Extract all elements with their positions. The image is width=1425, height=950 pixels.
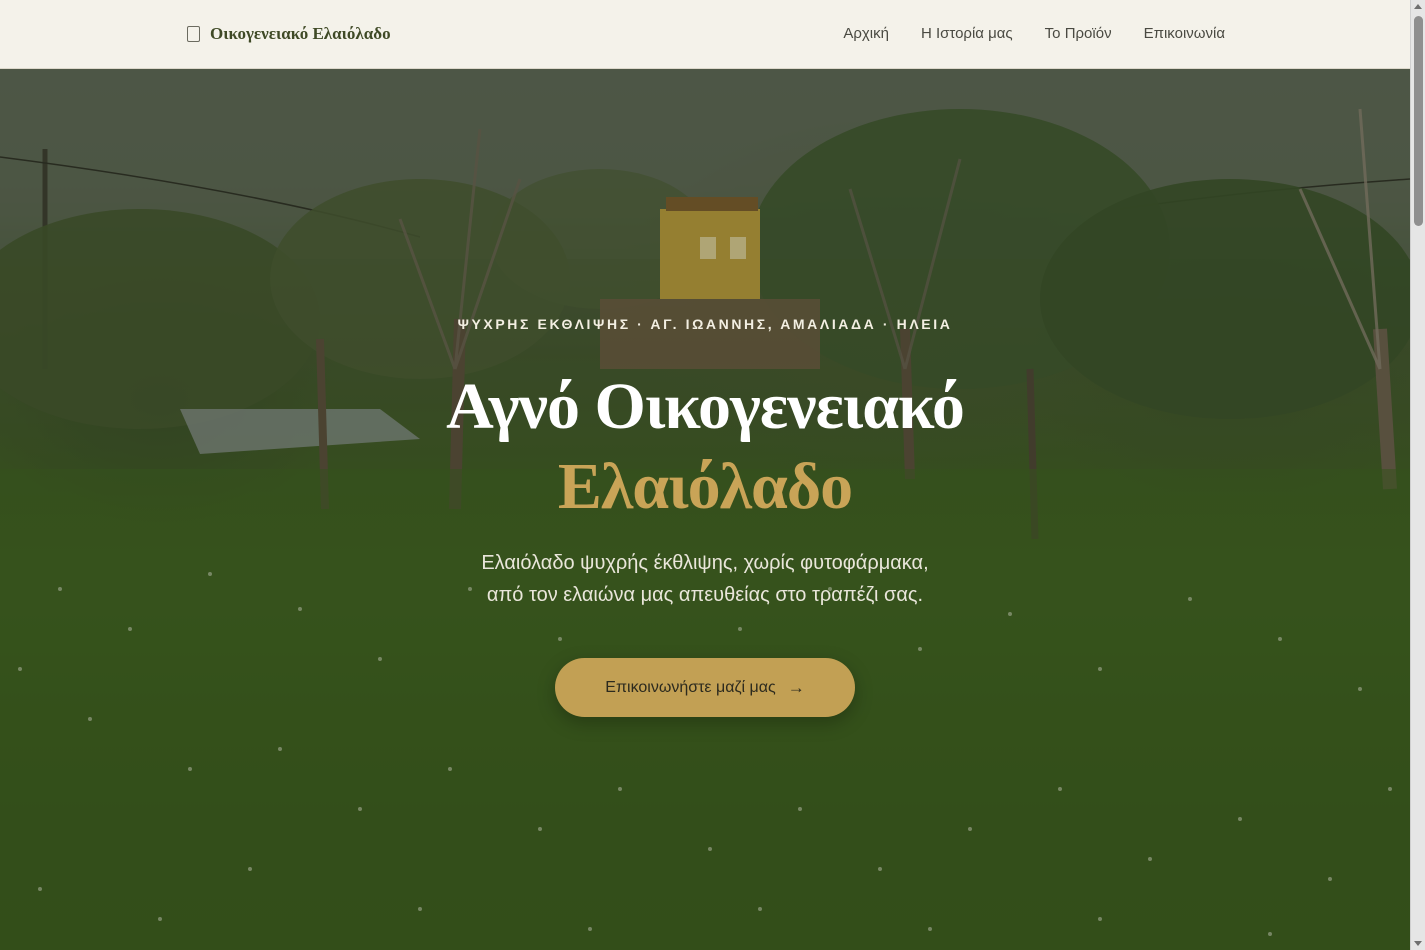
hero-title-line2: Ελαιόλαδο xyxy=(557,450,853,523)
scrollbar-thumb[interactable] xyxy=(1414,16,1423,226)
nav-item-contact[interactable]: Επικοινωνία xyxy=(1144,25,1225,42)
brand-link[interactable]: Οικογενειακό Ελαιόλαδο xyxy=(187,24,391,44)
arrow-right-icon: → xyxy=(787,677,805,697)
page-scrollbar[interactable] xyxy=(1410,0,1425,950)
hero-subtitle-line1: Ελαιόλαδο ψυχρής έκθλιψης, χωρίς φυτοφάρ… xyxy=(481,552,929,574)
nav-item-product[interactable]: Το Προϊόν xyxy=(1045,25,1112,42)
scroll-down-icon[interactable] xyxy=(1414,941,1422,946)
site-header: Οικογενειακό Ελαιόλαδο Αρχική Η Ιστορία … xyxy=(0,0,1410,69)
nav-item-home[interactable]: Αρχική xyxy=(843,25,889,42)
hero-section: ΨΥΧΡΗΣ ΕΚΘΛΙΨΗΣ · ΑΓ. ΙΩΑΝΝΗΣ, ΑΜΑΛΙΑΔΑ … xyxy=(0,69,1410,950)
contact-us-button-label: Επικοινωνήστε μαζί μας xyxy=(605,678,776,696)
hero-subtitle: Ελαιόλαδο ψυχρής έκθλιψης, χωρίς φυτοφάρ… xyxy=(0,547,1410,611)
brand-name: Οικογενειακό Ελαιόλαδο xyxy=(210,24,391,43)
brand-logo-icon xyxy=(187,26,200,42)
hero-kicker: ΨΥΧΡΗΣ ΕΚΘΛΙΨΗΣ · ΑΓ. ΙΩΑΝΝΗΣ, ΑΜΑΛΙΑΔΑ … xyxy=(457,316,953,332)
hero-title: Αγνό Οικογενειακό Ελαιόλαδο xyxy=(0,367,1410,527)
hero-subtitle-line2: από τον ελαιώνα μας απευθείας στο τραπέζ… xyxy=(486,584,924,606)
scroll-up-icon[interactable] xyxy=(1414,4,1422,9)
main-nav: Αρχική Η Ιστορία μας Το Προϊόν Επικοινων… xyxy=(843,25,1225,42)
hero-title-line1: Αγνό Οικογενειακό xyxy=(446,370,965,443)
nav-item-our-story[interactable]: Η Ιστορία μας xyxy=(921,25,1013,42)
contact-us-button[interactable]: Επικοινωνήστε μαζί μας → xyxy=(555,658,855,717)
